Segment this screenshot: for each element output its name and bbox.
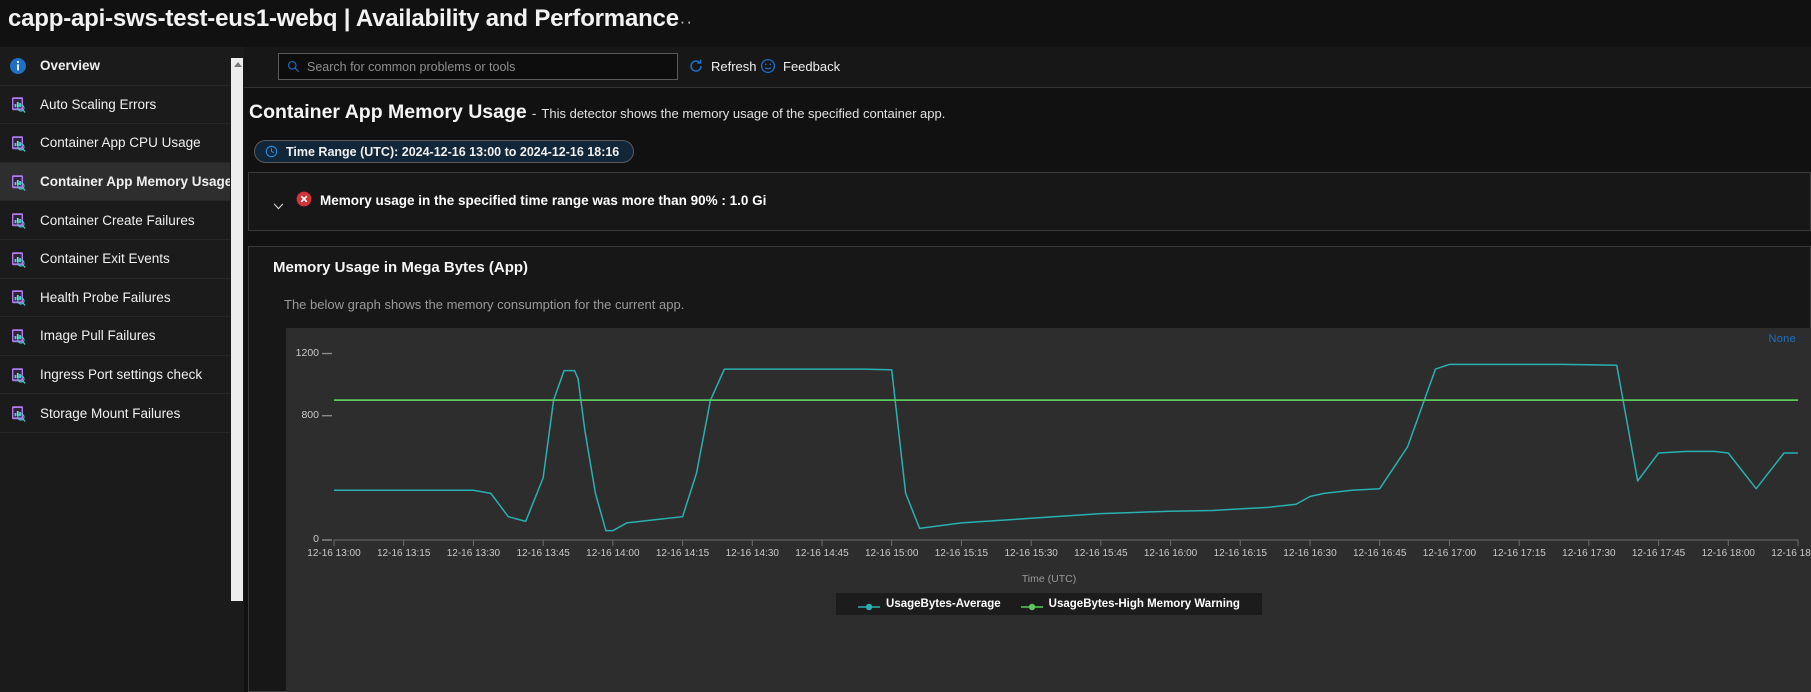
- x-axis-title: Time (UTC): [1021, 573, 1077, 585]
- legend-label: UsageBytes-High Memory Warning: [1048, 598, 1240, 610]
- detector-title: Container App Memory Usage: [249, 101, 527, 123]
- x-axis-tick-label: 12-16 14:00: [586, 548, 640, 559]
- x-axis-tick-label: 12-16 13:00: [307, 548, 361, 559]
- legend-marker-icon: [858, 599, 881, 611]
- sidebar-scrollbar-thumb[interactable]: [231, 58, 243, 601]
- search-placeholder: Search for common problems or tools: [307, 59, 516, 74]
- x-axis-tick-label: 12-16 14:45: [795, 548, 849, 559]
- sidebar-item-container-create-failures[interactable]: Container Create Failures: [0, 201, 230, 240]
- time-range-label: Time Range (UTC): 2024-12-16 13:00 to 20…: [286, 144, 620, 159]
- detector-icon: [8, 326, 28, 346]
- detector-sidebar: Overview Auto Scaling Errors Container App…: [0, 47, 233, 692]
- detector-icon: [8, 249, 28, 269]
- sidebar-item-label: Container App CPU Usage: [40, 135, 201, 151]
- x-axis-tick-label: 12-16 17:15: [1492, 548, 1546, 559]
- x-axis-tick-label: 12-16 13:45: [516, 548, 570, 559]
- sidebar-item-container-exit-events[interactable]: Container Exit Events: [0, 240, 230, 279]
- insight-card[interactable]: Memory usage in the specified time range…: [248, 172, 1811, 231]
- detector-icon: [8, 94, 28, 114]
- detector-icon: [8, 403, 28, 423]
- sidebar-item-health-probe-failures[interactable]: Health Probe Failures: [0, 279, 230, 318]
- x-axis-tick-label: 12-16 17:30: [1562, 548, 1616, 559]
- clock-icon: [265, 145, 278, 158]
- detector-icon: [8, 287, 28, 307]
- legend-item[interactable]: UsageBytes-High Memory Warning: [1020, 598, 1240, 611]
- sidebar-item-storage-mount-failures[interactable]: Storage Mount Failures: [0, 394, 230, 433]
- detector-icon: [8, 210, 28, 230]
- content-toolbar: Search for common problems or tools Refr…: [244, 47, 1811, 88]
- chevron-down-icon[interactable]: [273, 197, 284, 210]
- sidebar-item-label: Overview: [40, 58, 101, 74]
- detector-icon: [8, 172, 28, 192]
- scroll-up-arrow-icon[interactable]: [233, 62, 242, 67]
- sidebar-item-label: Ingress Port settings check: [40, 367, 203, 383]
- x-axis-tick-label: 12-16 15:30: [1004, 548, 1058, 559]
- sidebar-item-image-pull-failures[interactable]: Image Pull Failures: [0, 317, 230, 356]
- feedback-button[interactable]: Feedback: [760, 58, 840, 74]
- detector-icon: [8, 133, 28, 153]
- sidebar-item-label: Container App Memory Usage: [40, 174, 233, 190]
- x-axis-tick-label: 12-16 15:45: [1074, 548, 1128, 559]
- time-range-pill[interactable]: Time Range (UTC): 2024-12-16 13:00 to 20…: [254, 140, 635, 163]
- error-icon: [296, 191, 312, 207]
- x-axis-tick-label: 12-16 18:00: [1701, 548, 1755, 559]
- search-input[interactable]: Search for common problems or tools: [278, 53, 678, 80]
- x-axis-tick-label: 12-16 14:30: [725, 548, 779, 559]
- sidebar-item-label: Health Probe Failures: [40, 289, 171, 305]
- availability-performance-page: capp-api-sws-test-eus1-webq | Availabili…: [0, 0, 1811, 692]
- detector-content: Search for common problems or tools Refr…: [244, 47, 1811, 692]
- smiley-icon: [760, 58, 776, 74]
- x-axis-tick-label: 12-16 16:15: [1213, 548, 1267, 559]
- x-axis-tick-label: 12-16 18:15: [1771, 548, 1811, 559]
- legend-item[interactable]: UsageBytes-Average: [858, 598, 1001, 611]
- x-axis-tick-label: 12-16 17:45: [1631, 548, 1686, 559]
- graph-title: Memory Usage in Mega Bytes (App): [273, 259, 529, 276]
- sidebar-item-auto-scaling-errors[interactable]: Auto Scaling Errors: [0, 86, 230, 125]
- insight-message: Memory usage in the specified time range…: [320, 193, 767, 208]
- feedback-label: Feedback: [783, 58, 841, 74]
- sidebar-item-label: Container Create Failures: [40, 212, 195, 228]
- refresh-button[interactable]: Refresh: [688, 58, 757, 74]
- detector-description: This detector shows the memory usage of …: [541, 106, 946, 121]
- sidebar-item-ingress-port-settings-check[interactable]: Ingress Port settings check: [0, 356, 230, 395]
- x-axis-tick-label: 12-16 16:00: [1143, 548, 1198, 559]
- y-axis-tick-label: 800: [301, 408, 319, 421]
- x-axis-tick-label: 12-16 13:30: [446, 548, 501, 559]
- more-options-button[interactable]: ···: [673, 12, 693, 32]
- legend-marker-icon: [1020, 599, 1043, 611]
- sidebar-item-container-app-cpu-usage[interactable]: Container App CPU Usage: [0, 124, 230, 163]
- page-title: capp-api-sws-test-eus1-webq | Availabili…: [8, 5, 679, 32]
- detector-icon: [8, 365, 28, 385]
- sidebar-item-container-app-memory-usage[interactable]: Container App Memory Usage: [0, 162, 233, 202]
- info-icon: [8, 56, 28, 76]
- memory-usage-plot[interactable]: None 0 800 1200 12-16 13:00 12-16 13:15 12-1…: [286, 328, 1811, 692]
- sidebar-item-label: Container Exit Events: [40, 251, 170, 267]
- graph-subtitle: The below graph shows the memory consump…: [284, 297, 685, 312]
- x-axis-tick-label: 12-16 17:00: [1422, 548, 1477, 559]
- x-axis-tick-label: 12-16 16:45: [1353, 548, 1407, 559]
- detector-heading: Container App Memory Usage - This detect…: [249, 101, 945, 124]
- sidebar-item-label: Storage Mount Failures: [40, 405, 181, 421]
- y-axis-tick-label: 1200: [295, 346, 319, 359]
- y-axis-tick-label: 0: [313, 533, 319, 545]
- sidebar-item-label: Auto Scaling Errors: [40, 96, 157, 112]
- legend-label: UsageBytes-Average: [886, 598, 1001, 610]
- refresh-icon: [688, 58, 704, 74]
- chart-legend[interactable]: UsageBytes-Average UsageBytes-High Memory…: [836, 593, 1262, 615]
- x-axis-tick-label: 12-16 15:00: [865, 548, 919, 559]
- refresh-label: Refresh: [711, 58, 757, 74]
- memory-usage-graph-card: Memory Usage in Mega Bytes (App) The bel…: [248, 246, 1811, 692]
- search-icon: [287, 60, 300, 73]
- x-axis-tick-label: 12-16 14:15: [655, 548, 710, 559]
- page-header: capp-api-sws-test-eus1-webq | Availabili…: [0, 0, 1811, 47]
- x-axis-tick-label: 12-16 15:15: [934, 548, 989, 559]
- sidebar-item-label: Image Pull Failures: [40, 328, 156, 344]
- detector-separator: -: [531, 105, 537, 121]
- x-axis-tick-label: 12-16 16:30: [1283, 548, 1337, 559]
- sidebar-item-overview[interactable]: Overview: [0, 47, 230, 86]
- x-axis-tick-label: 12-16 13:15: [377, 548, 431, 559]
- plot-svg: [322, 352, 1799, 546]
